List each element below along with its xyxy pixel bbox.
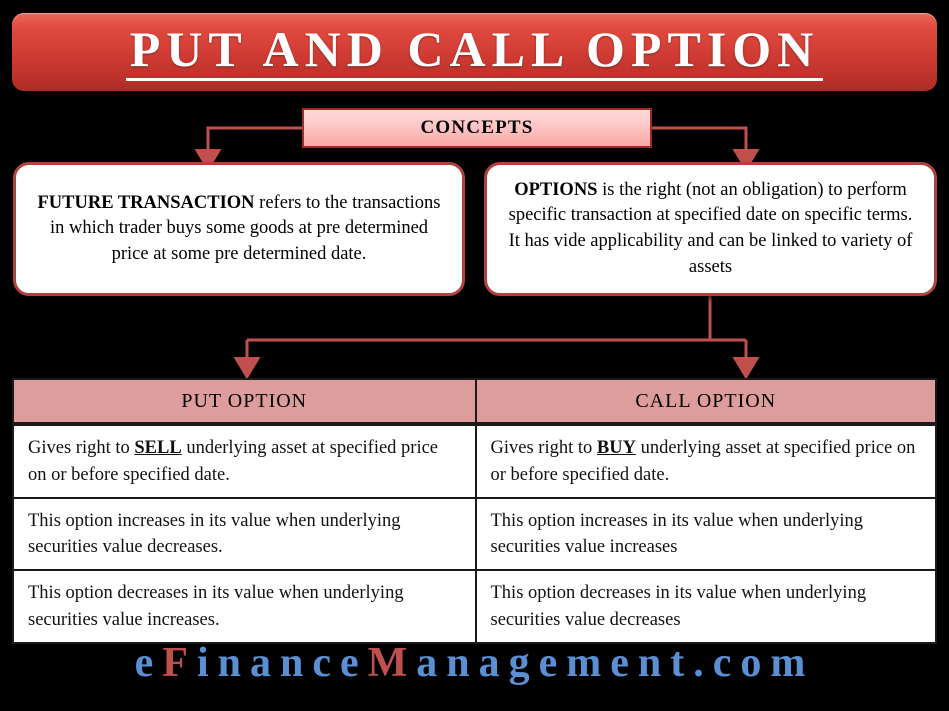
title-banner: PUT AND CALL OPTION <box>12 13 937 91</box>
put-rights-prefix: Gives right to <box>28 438 135 459</box>
table-row: This option increases in its value when … <box>14 496 936 570</box>
column-header-call: CALL OPTION <box>474 380 935 423</box>
call-rights-keyword: BUY <box>596 438 636 459</box>
future-transaction-box: FUTURE TRANSACTION refers to the transac… <box>13 162 465 296</box>
call-rights-prefix: Gives right to <box>490 438 597 459</box>
call-cell-rights: Gives right to BUY underlying asset at s… <box>474 426 936 497</box>
concepts-label: CONCEPTS <box>420 117 534 138</box>
logo-segment: e <box>134 640 163 686</box>
options-box: OPTIONS is the right (not an obligation)… <box>484 162 937 296</box>
site-logo: eFinanceManagement.com <box>135 642 815 684</box>
logo-segment: F <box>162 640 197 686</box>
page-title: PUT AND CALL OPTION <box>125 23 824 82</box>
options-heading: OPTIONS <box>514 179 598 200</box>
footer: eFinanceManagement.com <box>0 632 949 694</box>
options-text: OPTIONS is the right (not an obligation)… <box>501 178 920 280</box>
logo-segment: inance <box>196 640 368 686</box>
arrow-concepts-to-options <box>652 126 760 172</box>
logo-segment: M <box>367 640 417 686</box>
column-header-put: PUT OPTION <box>14 380 475 423</box>
future-transaction-heading: FUTURE TRANSACTION <box>37 192 255 213</box>
logo-segment: anagement.com <box>416 640 815 686</box>
comparison-table: PUT OPTION CALL OPTION Gives right to SE… <box>12 378 937 644</box>
call-cell-increase: This option increases in its value when … <box>474 498 936 570</box>
arrow-concepts-to-future <box>194 126 302 172</box>
concepts-box: CONCEPTS <box>302 108 652 148</box>
table-header-row: PUT OPTION CALL OPTION <box>14 380 935 425</box>
put-cell-rights: Gives right to SELL underlying asset at … <box>14 426 475 497</box>
put-cell-increase: This option increases in its value when … <box>28 510 401 558</box>
put-rights-keyword: SELL <box>134 438 182 459</box>
future-transaction-text: FUTURE TRANSACTION refers to the transac… <box>30 191 448 268</box>
table-row: Gives right to SELL underlying asset at … <box>14 424 935 497</box>
